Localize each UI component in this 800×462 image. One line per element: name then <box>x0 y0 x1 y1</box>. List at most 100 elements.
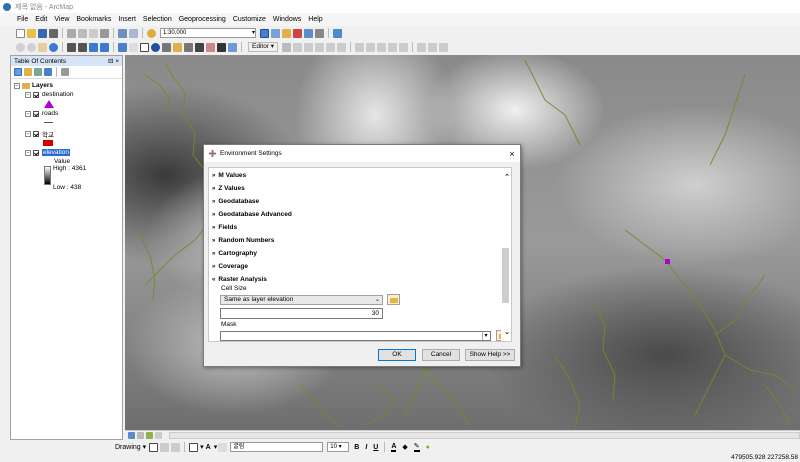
collapse-icon[interactable]: − <box>25 110 31 117</box>
edit-annotation-icon[interactable] <box>293 42 303 52</box>
section-random-numbers[interactable]: » Random Numbers <box>212 237 274 244</box>
italic-button[interactable]: I <box>365 444 367 451</box>
chevron-down-icon[interactable]: ▾ <box>214 443 218 451</box>
destination-point-marker[interactable] <box>665 259 670 264</box>
arctoolbox-icon[interactable] <box>293 28 302 38</box>
editor-menu-button[interactable]: Editor ▾ <box>248 42 279 52</box>
fixed-zoom-out-icon[interactable] <box>78 42 87 52</box>
layer-name[interactable]: destination <box>42 91 73 98</box>
point-icon[interactable] <box>337 42 347 52</box>
pause-drawing-icon[interactable] <box>155 431 162 439</box>
identify-icon[interactable] <box>151 42 160 52</box>
menu-geoprocessing[interactable]: Geoprocessing <box>177 16 231 23</box>
section-coverage[interactable]: » Coverage <box>212 263 248 270</box>
layer-row-school[interactable]: − 학교 <box>25 129 54 139</box>
hyperlink-icon[interactable] <box>162 42 171 52</box>
collapse-icon[interactable]: − <box>25 149 31 156</box>
table-of-contents-icon[interactable] <box>271 28 280 38</box>
fill-color-icon[interactable]: ◆ <box>402 443 407 451</box>
scrollbar-thumb[interactable] <box>502 248 509 303</box>
add-data-icon[interactable] <box>147 28 156 38</box>
drawing-menu-button[interactable]: Drawing ▾ <box>115 443 146 451</box>
sketch-properties-icon[interactable] <box>428 42 438 52</box>
menu-help[interactable]: Help <box>306 16 327 23</box>
new-document-icon[interactable] <box>16 28 25 38</box>
trace-icon[interactable] <box>326 42 336 52</box>
select-elements-icon[interactable] <box>149 442 159 452</box>
go-forward-icon[interactable] <box>100 42 109 52</box>
layer-name[interactable]: 학교 <box>42 129 54 139</box>
go-back-icon[interactable] <box>89 42 98 52</box>
paste-icon[interactable] <box>89 28 98 38</box>
zoom-to-selected-elements-icon[interactable] <box>171 442 181 452</box>
straight-segment-icon[interactable] <box>304 42 314 52</box>
close-icon[interactable]: × <box>504 149 520 159</box>
collapse-icon[interactable]: − <box>25 91 31 98</box>
python-window-icon[interactable] <box>304 28 313 38</box>
menu-file[interactable]: File <box>15 16 33 23</box>
select-features-icon[interactable] <box>118 42 127 52</box>
rotate-element-icon[interactable] <box>160 442 170 452</box>
layer-row-destination[interactable]: − destination <box>25 91 73 98</box>
bold-button[interactable]: B <box>354 444 359 451</box>
scroll-down-chevron-icon[interactable]: ⌄ <box>504 328 510 336</box>
list-by-source-icon[interactable] <box>24 68 32 76</box>
find-icon[interactable] <box>195 42 204 52</box>
zoom-in-icon[interactable] <box>16 42 25 52</box>
menu-view[interactable]: View <box>52 16 74 23</box>
copy-icon[interactable] <box>78 28 87 38</box>
cut-polygons-icon[interactable] <box>377 42 387 52</box>
menu-edit[interactable]: Edit <box>33 16 52 23</box>
endpoint-arc-icon[interactable] <box>315 42 325 52</box>
pin-icon[interactable]: ⊟ <box>108 58 113 65</box>
cell-size-value-field[interactable]: 30 <box>220 308 383 319</box>
model-builder-icon[interactable] <box>315 28 324 38</box>
edit-vertices-icon[interactable] <box>355 42 365 52</box>
save-icon[interactable] <box>38 28 47 38</box>
menu-insert[interactable]: Insert <box>116 16 141 23</box>
layer-visibility-checkbox[interactable] <box>33 149 39 156</box>
list-by-drawing-order-icon[interactable] <box>14 68 22 76</box>
draw-tool-icon[interactable] <box>218 442 228 452</box>
layer-name[interactable]: roads <box>42 110 58 117</box>
measure-icon[interactable] <box>184 42 193 52</box>
html-popup-icon[interactable] <box>173 42 182 52</box>
rotate-icon[interactable] <box>399 42 409 52</box>
full-extent-icon[interactable] <box>49 42 58 52</box>
mask-combo[interactable]: ▾ <box>220 331 491 341</box>
cut-icon[interactable] <box>67 28 76 38</box>
list-by-visibility-icon[interactable] <box>34 68 42 76</box>
attributes-icon[interactable] <box>417 42 427 52</box>
underline-button[interactable]: U <box>373 444 378 451</box>
browse-folder-button[interactable] <box>387 294 400 305</box>
font-name-combo[interactable]: 굴림 <box>230 442 324 452</box>
scroll-up-chevron-icon[interactable]: ⌃ <box>504 173 510 181</box>
marker-color-icon[interactable]: ● <box>426 444 430 451</box>
map-horizontal-scrollbar[interactable] <box>169 431 800 439</box>
layer-row-elevation[interactable]: − elevation <box>25 149 71 156</box>
cancel-button[interactable]: Cancel <box>422 349 460 361</box>
refresh-view-icon[interactable] <box>146 431 153 439</box>
time-slider-icon[interactable] <box>228 42 237 52</box>
redo-icon[interactable] <box>129 28 138 38</box>
split-icon[interactable] <box>388 42 398 52</box>
layers-group-row[interactable]: − Layers <box>14 82 53 89</box>
close-icon[interactable]: × <box>115 58 119 65</box>
map-scale-combo[interactable]: 1:30,000 ▾ <box>160 28 256 38</box>
section-geodatabase[interactable]: » Geodatabase <box>212 198 259 205</box>
print-icon[interactable] <box>49 28 58 38</box>
undo-icon[interactable] <box>118 28 127 38</box>
select-elements-icon[interactable] <box>140 42 149 52</box>
fixed-zoom-in-icon[interactable] <box>67 42 76 52</box>
layer-visibility-checkbox[interactable] <box>33 131 39 137</box>
line-color-icon[interactable]: ✎ <box>413 442 420 452</box>
go-to-xy-icon[interactable] <box>217 42 226 52</box>
settings-vertical-scrollbar[interactable] <box>501 168 510 341</box>
zoom-out-icon[interactable] <box>27 42 36 52</box>
section-m-values[interactable]: » M Values <box>212 172 246 179</box>
collapse-icon[interactable]: − <box>25 131 31 137</box>
find-route-icon[interactable] <box>206 42 215 52</box>
create-features-icon[interactable] <box>439 42 449 52</box>
list-by-selection-icon[interactable] <box>44 68 52 76</box>
delete-icon[interactable] <box>100 28 109 38</box>
